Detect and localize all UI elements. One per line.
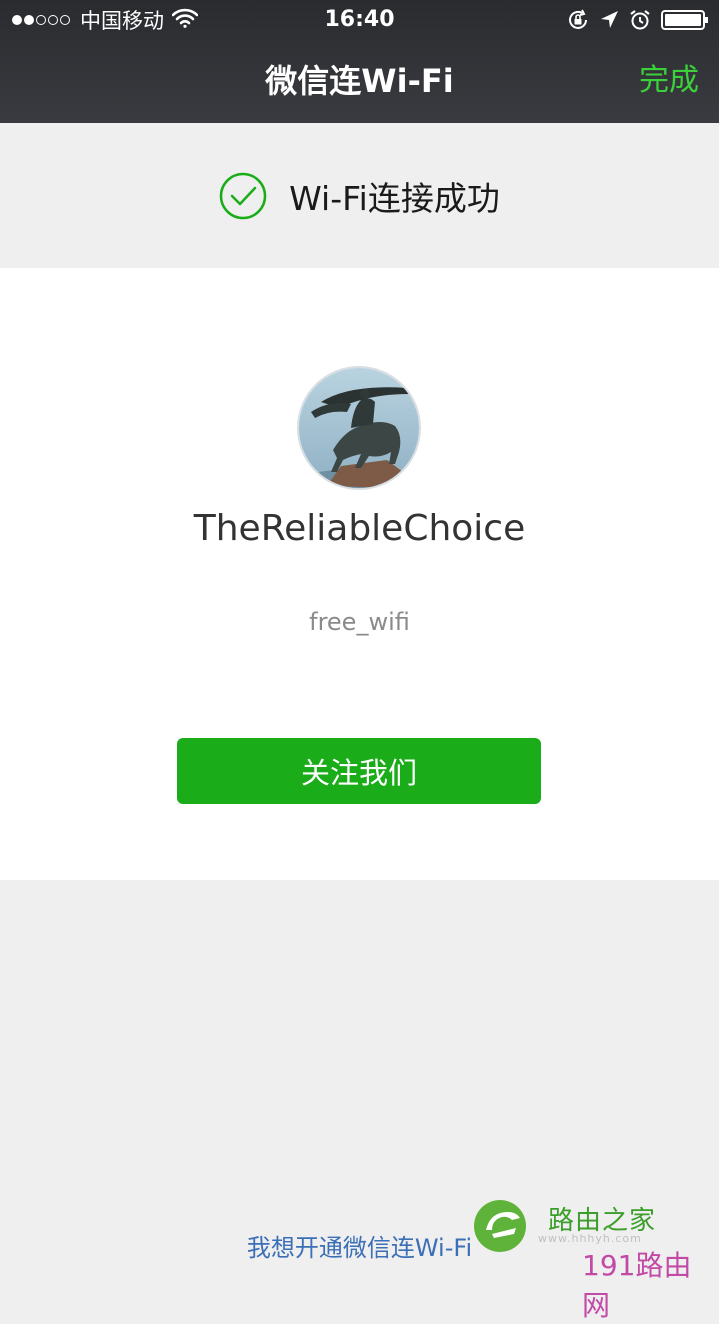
watermark-logo-icon [474,1200,526,1252]
account-avatar [297,366,421,490]
statue-image [299,368,419,488]
success-message: Wi-Fi连接成功 [289,178,500,218]
follow-us-button[interactable]: 关注我们 [177,738,541,804]
watermark: 路由之家 www.hhhyh.com 191路由网 [472,1198,719,1322]
nav-title: 微信连Wi-Fi [265,62,454,100]
alarm-icon [629,9,651,31]
account-card: TheReliableChoice free_wifi 关注我们 [0,268,719,880]
top-bar: 中国移动 16:40 微信连Wi-Fi 完成 [0,0,719,123]
watermark-site: 191路由网 [582,1249,692,1322]
orientation-lock-icon [567,9,589,31]
done-button[interactable]: 完成 [639,56,699,106]
status-right [557,6,709,34]
wifi-ssid: free_wifi [309,608,410,636]
check-circle-icon [219,172,267,220]
account-name: TheReliableChoice [193,508,526,549]
battery-icon [661,9,709,31]
location-arrow-icon [599,10,619,30]
success-banner: Wi-Fi连接成功 [0,123,719,268]
